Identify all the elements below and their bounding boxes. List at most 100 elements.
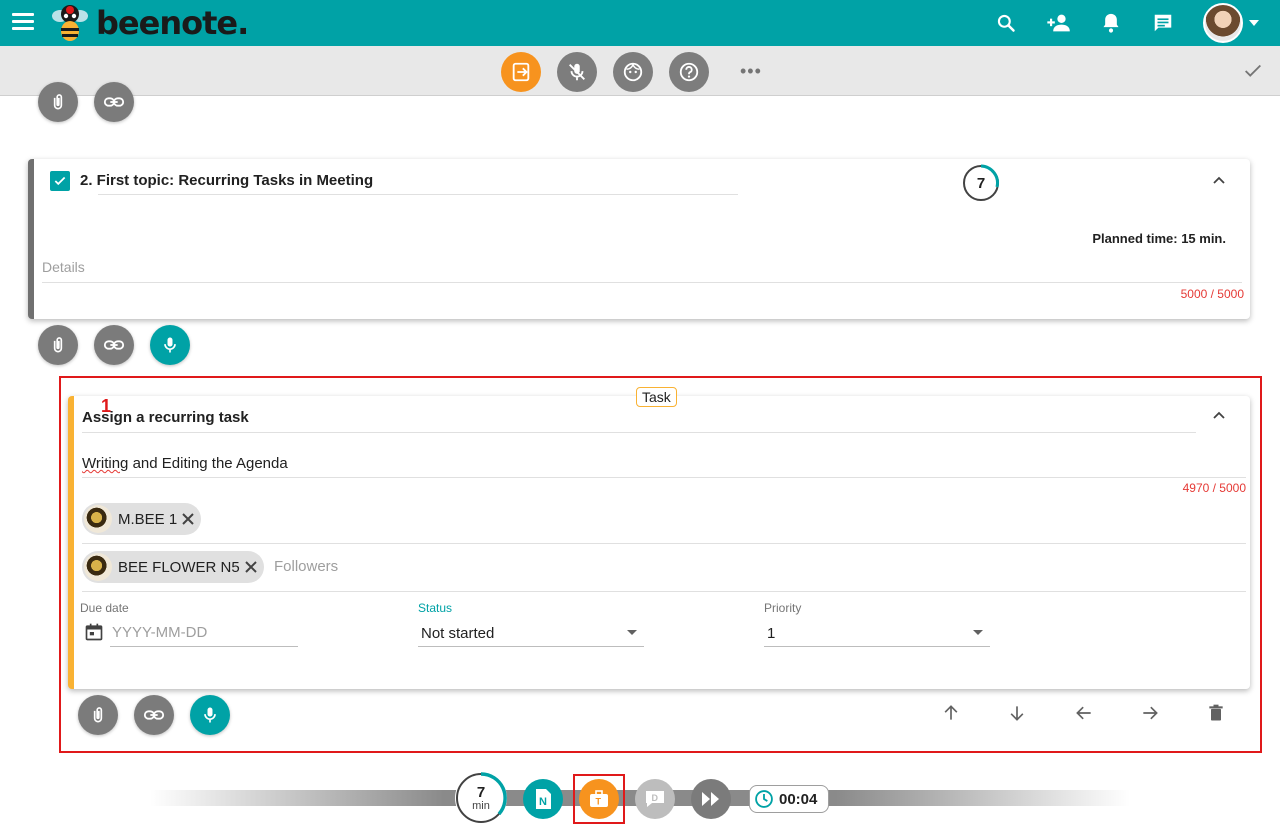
participant-face-button[interactable] [613, 52, 653, 92]
priority-dropdown-caret-icon[interactable] [973, 630, 983, 635]
task-title-underline [82, 432, 1196, 433]
assignee-avatar [84, 505, 112, 533]
logo-wordmark: beenote. [96, 4, 249, 42]
link-icon [103, 340, 125, 350]
link-icon [143, 710, 165, 720]
chat-message-icon[interactable] [1148, 8, 1178, 38]
status-underline [418, 646, 644, 647]
link-button[interactable] [94, 82, 134, 122]
user-avatar[interactable] [1203, 3, 1243, 43]
exit-icon [512, 62, 530, 82]
add-person-icon[interactable] [1044, 8, 1074, 38]
topic-card: 2. First topic: Recurring Tasks in Meeti… [28, 159, 1250, 319]
add-decision-button[interactable]: D [635, 779, 675, 819]
topic-title[interactable]: 2. First topic: Recurring Tasks in Meeti… [80, 172, 373, 189]
checkmark-icon[interactable] [1242, 60, 1264, 82]
topic-checkbox[interactable] [50, 171, 70, 191]
help-button[interactable] [669, 52, 709, 92]
top-app-bar: beenote. [0, 0, 1280, 46]
topic-timer-value: 7 [976, 174, 986, 192]
assignee-chip[interactable]: M.BEE 1 [82, 503, 202, 535]
priority-select[interactable]: 1 [767, 625, 775, 642]
task-dictate-button[interactable] [190, 695, 230, 735]
collapse-chevron-icon[interactable] [1209, 170, 1229, 190]
details-field[interactable]: Details [42, 259, 85, 275]
add-note-button[interactable]: N [523, 779, 563, 819]
follower-avatar [84, 553, 112, 581]
calendar-icon[interactable] [84, 622, 104, 642]
follower-name: BEE FLOWER N5 [118, 558, 240, 576]
description-text: and Editing the Agenda [128, 455, 288, 472]
link-icon [103, 97, 125, 107]
move-down-arrow-icon[interactable] [1003, 699, 1031, 727]
task-attach-button[interactable] [78, 695, 118, 735]
next-topic-button[interactable] [691, 779, 731, 819]
details-underline [42, 282, 1242, 283]
due-date-input[interactable]: YYYY-MM-DD [112, 624, 207, 641]
fast-forward-icon [702, 792, 719, 806]
task-card: Assign a recurring task Writing and Edit… [68, 396, 1250, 689]
topic-timer: 7 [962, 164, 1000, 202]
due-date-underline [110, 646, 298, 647]
status-label: Status [418, 601, 453, 615]
menu-icon[interactable] [12, 13, 34, 31]
beenote-logo[interactable]: beenote. [48, 2, 249, 44]
meeting-timer-unit: min [472, 799, 490, 812]
face-icon [623, 62, 643, 82]
assignee-underline [82, 543, 1246, 544]
clock-icon [755, 790, 773, 808]
paperclip-icon [53, 337, 63, 353]
mic-off-icon [569, 63, 585, 81]
status-select[interactable]: Not started [421, 625, 494, 642]
annotation-number: 1 [101, 396, 112, 416]
remove-assignee-icon[interactable] [179, 510, 197, 528]
help-icon [679, 62, 699, 82]
notifications-bell-icon[interactable] [1096, 8, 1126, 38]
followers-underline [82, 591, 1246, 592]
delete-trash-icon[interactable] [1202, 699, 1230, 727]
misspelled-word: Writing [82, 455, 129, 472]
move-left-arrow-icon[interactable] [1070, 699, 1098, 727]
paperclip-icon [93, 707, 103, 723]
follower-chip[interactable]: BEE FLOWER N5 [82, 551, 264, 583]
highlight-box-task-button [573, 774, 625, 824]
account-menu-caret-icon[interactable] [1249, 20, 1259, 26]
exit-meeting-button[interactable] [501, 52, 541, 92]
task-link-button[interactable] [134, 695, 174, 735]
topic-link-button[interactable] [94, 325, 134, 365]
attach-button[interactable] [38, 82, 78, 122]
meeting-timer-value: 7 [476, 783, 486, 801]
planned-time: Planned time: 15 min. [1092, 231, 1226, 246]
move-right-arrow-icon[interactable] [1136, 699, 1164, 727]
topic-attach-button[interactable] [38, 325, 78, 365]
bee-mascot-icon [52, 5, 88, 41]
status-dropdown-caret-icon[interactable] [627, 630, 637, 635]
task-description[interactable]: Writing and Editing the Agenda [82, 455, 288, 472]
more-options-icon[interactable]: ••• [740, 62, 762, 80]
remove-follower-icon[interactable] [242, 558, 260, 576]
decision-icon: D [646, 791, 664, 807]
microphone-icon [164, 337, 176, 353]
elapsed-clock[interactable]: 00:04 [749, 785, 829, 813]
due-date-label: Due date [80, 601, 129, 615]
title-underline [98, 194, 738, 195]
priority-label: Priority [764, 601, 802, 615]
svg-text:D: D [652, 793, 659, 803]
character-counter: 5000 / 5000 [1180, 287, 1244, 301]
priority-underline [764, 646, 990, 647]
task-type-tag: Task [636, 387, 677, 407]
search-icon[interactable] [991, 8, 1021, 38]
topic-dictate-button[interactable] [150, 325, 190, 365]
mic-off-button[interactable] [557, 52, 597, 92]
followers-input[interactable]: Followers [274, 558, 338, 575]
microphone-icon [204, 707, 216, 723]
paperclip-icon [53, 94, 63, 110]
description-underline [82, 477, 1246, 478]
task-character-counter: 4970 / 5000 [1182, 481, 1246, 495]
elapsed-clock-value: 00:04 [779, 790, 818, 808]
task-collapse-chevron-icon[interactable] [1209, 405, 1229, 425]
meeting-timer[interactable]: 7 min [455, 772, 507, 824]
svg-text:N: N [539, 796, 547, 808]
meeting-toolbar: ••• [0, 46, 1280, 96]
move-up-arrow-icon[interactable] [937, 699, 965, 727]
